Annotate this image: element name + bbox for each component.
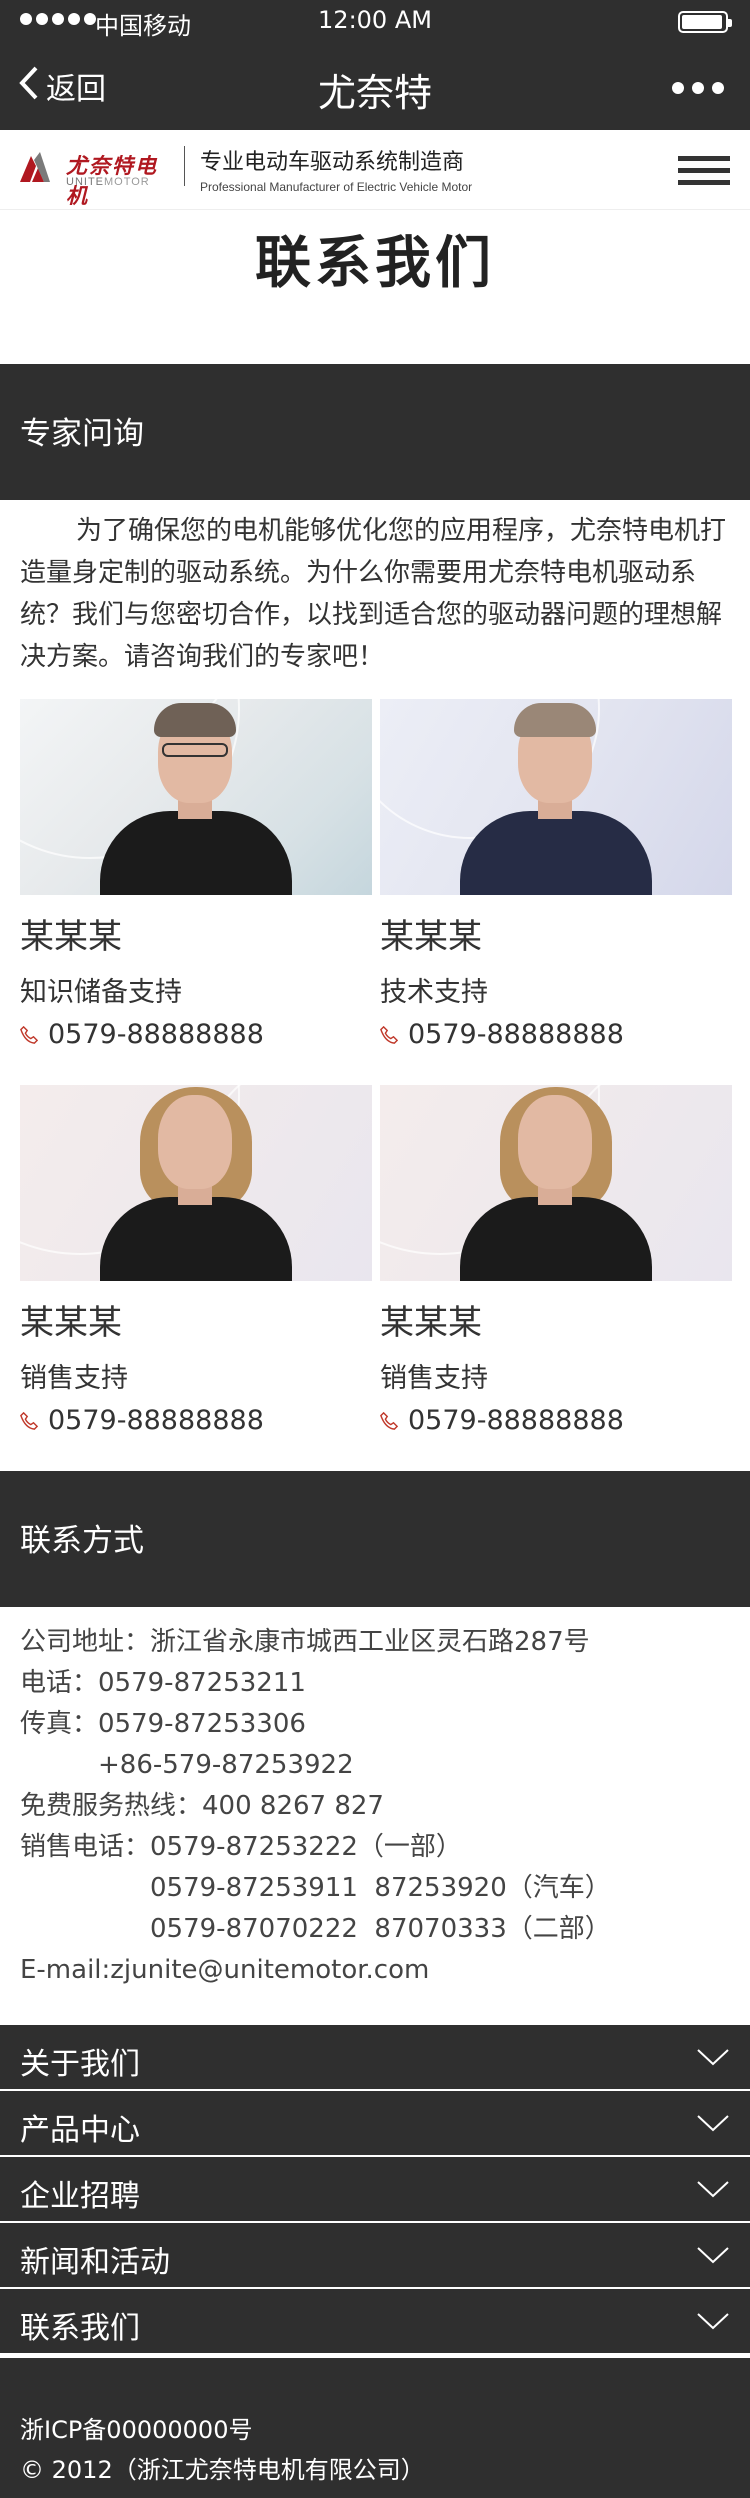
contact-hotline: 免费服务热线： 400 8267 827 xyxy=(20,1791,384,1821)
brand-header: 尤奈特电机 UNITEMOTOR 专业电动车驱动系统制造商 Profession… xyxy=(0,130,750,210)
expert-card: 某某某 技术支持 0579-88888888 xyxy=(380,699,732,1050)
expert-phone[interactable]: 0579-88888888 xyxy=(380,1405,732,1436)
slogan-cn: 专业电动车驱动系统制造商 xyxy=(200,150,465,175)
expert-photo xyxy=(20,1085,372,1281)
expert-name: 某某某 xyxy=(20,917,122,957)
expert-phone-number: 0579-88888888 xyxy=(48,1405,264,1436)
chevron-down-icon xyxy=(697,2313,729,2330)
chevron-down-icon xyxy=(697,2181,729,2198)
expert-photo xyxy=(380,1085,732,1281)
slogan: 专业电动车驱动系统制造商 Professional Manufacturer o… xyxy=(200,144,472,194)
accordion-careers[interactable]: 企业招聘 xyxy=(0,2157,750,2223)
accordion-contact[interactable]: 联系我们 xyxy=(0,2289,750,2355)
expert-phone[interactable]: 0579-88888888 xyxy=(380,1019,732,1050)
expert-role: 知识储备支持 xyxy=(20,977,182,1008)
contact-sales: 销售电话： 0579-87253222（一部） 0579-87253911 87… xyxy=(20,1832,611,1944)
expert-phone-number: 0579-88888888 xyxy=(408,1405,624,1436)
expert-role: 技术支持 xyxy=(380,977,488,1008)
section-heading-contact: 联系方式 xyxy=(0,1471,750,1607)
expert-phone-number: 0579-88888888 xyxy=(408,1019,624,1050)
more-dots-icon[interactable] xyxy=(672,82,724,94)
expert-card: 某某某 销售支持 0579-88888888 xyxy=(380,1085,732,1436)
expert-name: 某某某 xyxy=(380,1303,482,1343)
logo-mark-icon xyxy=(20,152,50,182)
nav-title: 尤奈特 xyxy=(317,71,432,115)
phone-icon xyxy=(380,1411,398,1430)
clock: 12:00 AM xyxy=(318,6,432,34)
contact-fax: 传真： 0579-87253306 +86-579-87253922 xyxy=(20,1709,354,1780)
chevron-down-icon xyxy=(697,2247,729,2264)
expert-phone[interactable]: 0579-88888888 xyxy=(20,1019,372,1050)
accordion-about[interactable]: 关于我们 xyxy=(0,2025,750,2091)
contact-address: 公司地址： 浙江省永康市城西工业区灵石路287号 xyxy=(20,1627,590,1657)
expert-role: 销售支持 xyxy=(20,1363,128,1394)
logo[interactable]: 尤奈特电机 UNITEMOTOR xyxy=(20,144,172,208)
nav-bar: 返回 尤奈特 xyxy=(0,44,750,130)
icp-number[interactable]: 浙ICP备00000000号 xyxy=(20,2410,730,2450)
expert-photo xyxy=(20,699,372,895)
section-heading-experts: 专家问询 xyxy=(0,364,750,500)
status-bar: 中国移动 12:00 AM xyxy=(0,0,750,44)
phone-icon xyxy=(380,1025,398,1044)
slogan-en: Professional Manufacturer of Electric Ve… xyxy=(200,180,473,194)
contact-email[interactable]: E-mail: zjunite@unitemotor.com xyxy=(20,1950,730,1991)
footer: 浙ICP备00000000号 © 2012（浙江尤奈特电机有限公司） xyxy=(0,2358,750,2498)
accordion-products[interactable]: 产品中心 xyxy=(0,2091,750,2157)
page-title: 联系我们 xyxy=(255,231,495,296)
accordion-news[interactable]: 新闻和活动 xyxy=(0,2223,750,2289)
expert-phone[interactable]: 0579-88888888 xyxy=(20,1405,372,1436)
experts-intro: 为了确保您的电机能够优化您的应用程序，尤奈特电机打造量身定制的驱动系统。为什么你… xyxy=(20,516,727,672)
expert-name: 某某某 xyxy=(380,917,482,957)
expert-card: 某某某 销售支持 0579-88888888 xyxy=(20,1085,372,1436)
contact-tel: 电话： 0579-87253211 xyxy=(20,1668,306,1698)
expert-photo xyxy=(380,699,732,895)
chevron-down-icon xyxy=(697,2115,729,2132)
expert-phone-number: 0579-88888888 xyxy=(48,1019,264,1050)
phone-icon xyxy=(20,1411,38,1430)
expert-role: 销售支持 xyxy=(380,1363,488,1394)
top-bar: 中国移动 12:00 AM 返回 尤奈特 xyxy=(0,0,750,130)
copyright: © 2012（浙江尤奈特电机有限公司） xyxy=(20,2456,425,2484)
menu-icon[interactable] xyxy=(678,156,730,186)
battery-icon xyxy=(678,11,732,33)
expert-name: 某某某 xyxy=(20,1303,122,1343)
logo-divider xyxy=(184,146,185,186)
phone-icon xyxy=(20,1025,38,1044)
chevron-down-icon xyxy=(697,2049,729,2066)
footer-accordion: 关于我们 产品中心 企业招聘 新闻和活动 联系我们 xyxy=(0,2025,750,2355)
logo-text-en: UNITEMOTOR xyxy=(66,176,150,188)
expert-card: 某某某 知识储备支持 0579-88888888 xyxy=(20,699,372,1050)
contact-info: 公司地址： 浙江省永康市城西工业区灵石路287号 电话： 0579-87253211… xyxy=(20,1622,730,1991)
